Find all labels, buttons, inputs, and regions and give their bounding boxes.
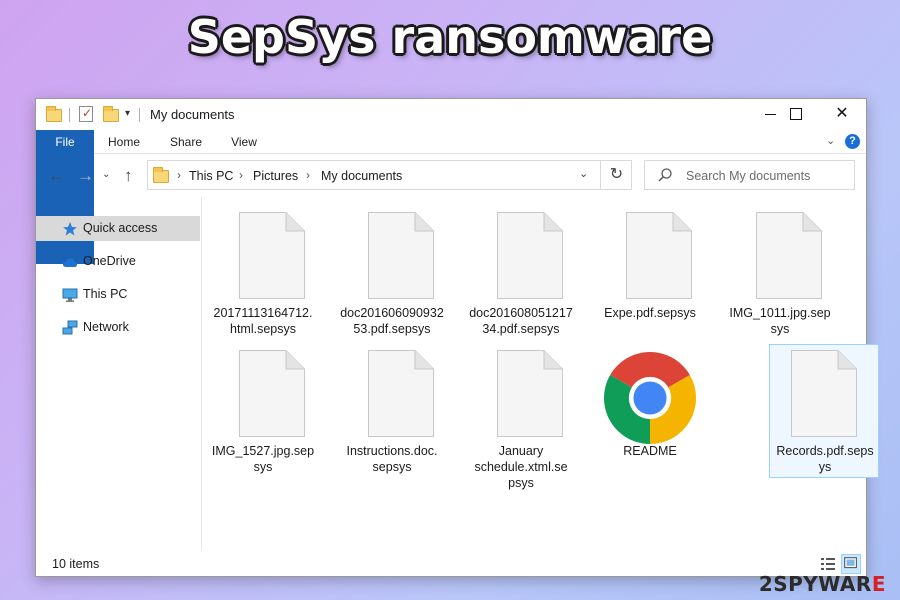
breadcrumb-this-pc[interactable]: This PC xyxy=(189,169,233,183)
computer-icon xyxy=(62,288,78,302)
customize-toolbar-icon[interactable]: ▾ xyxy=(125,108,130,119)
new-folder-icon[interactable] xyxy=(103,106,119,122)
pane-divider xyxy=(201,197,202,550)
help-icon[interactable]: ? xyxy=(845,134,860,149)
file-item[interactable]: Expe.pdf.sepsys xyxy=(595,209,705,343)
up-button[interactable]: ↑ xyxy=(124,166,133,186)
nav-item-onedrive[interactable]: OneDrive xyxy=(36,249,200,274)
document-icon xyxy=(368,212,434,299)
file-item-selected[interactable]: Records.pdf.seps ys xyxy=(769,344,879,478)
recent-locations-button[interactable]: ⌄ xyxy=(102,169,110,180)
item-count: 10 items xyxy=(52,557,100,571)
banner-title: SepSys ransomware xyxy=(187,10,713,64)
maximize-button[interactable] xyxy=(772,99,818,129)
large-icons-view-icon[interactable] xyxy=(841,554,861,574)
star-icon xyxy=(63,222,77,236)
watermark-logo: 2SPYWARE xyxy=(759,572,886,596)
watermark-text: 2SPYWAR xyxy=(758,572,872,596)
divider xyxy=(69,108,70,122)
file-name: README xyxy=(623,444,677,458)
file-item[interactable]: doc201608051217 34.pdf.sepsys xyxy=(466,209,576,343)
file-name: IMG_1527.jpg.sep sys xyxy=(211,444,315,474)
search-input[interactable]: Search My documents xyxy=(644,160,855,190)
nav-item-quick-access[interactable]: Quick access xyxy=(36,216,200,241)
file-name: January schedule.xtml.se psys xyxy=(474,444,568,490)
document-icon xyxy=(368,350,434,437)
document-icon xyxy=(239,350,305,437)
file-item[interactable]: README xyxy=(595,347,705,481)
close-button[interactable]: ✕ xyxy=(819,99,865,129)
nav-item-label: OneDrive xyxy=(83,254,136,268)
folder-icon xyxy=(46,106,62,122)
file-item[interactable]: IMG_1011.jpg.sep sys xyxy=(725,209,835,343)
file-explorer-window: ▾ My documents ✕ File Home Share View ⌄ … xyxy=(35,98,879,577)
breadcrumb-separator: › xyxy=(239,168,243,182)
tab-view[interactable]: View xyxy=(218,130,270,154)
file-name: Records.pdf.seps ys xyxy=(776,444,874,474)
divider xyxy=(139,108,140,122)
file-item[interactable]: January schedule.xtml.se psys xyxy=(466,347,576,490)
nav-item-this-pc[interactable]: This PC xyxy=(36,282,200,307)
network-icon xyxy=(62,320,78,335)
address-bar[interactable]: › This PC › Pictures › My documents ⌄ ↻ xyxy=(147,160,632,190)
breadcrumb-my-documents[interactable]: My documents xyxy=(321,169,402,183)
document-icon xyxy=(626,212,692,299)
file-item[interactable]: doc201606090932 53.pdf.sepsys xyxy=(337,209,447,343)
file-item[interactable]: 20171113164712. html.sepsys xyxy=(208,209,318,343)
breadcrumb-pictures[interactable]: Pictures xyxy=(253,169,298,183)
nav-item-network[interactable]: Network xyxy=(36,315,200,340)
file-item[interactable]: Instructions.doc. sepsys xyxy=(337,347,447,481)
document-icon xyxy=(497,350,563,437)
details-view-icon[interactable] xyxy=(818,554,838,574)
file-item[interactable]: IMG_1527.jpg.sep sys xyxy=(208,347,318,481)
chrome-icon xyxy=(604,352,696,444)
nav-item-label: This PC xyxy=(83,287,128,301)
window-title: My documents xyxy=(150,107,235,122)
watermark-accent: E xyxy=(871,572,886,596)
title-bar: ▾ My documents ✕ xyxy=(36,99,866,129)
document-icon xyxy=(239,212,305,299)
ribbon-tabs: File Home Share View ⌄ ? xyxy=(36,130,866,264)
file-name: doc201606090932 53.pdf.sepsys xyxy=(340,306,444,336)
expand-ribbon-icon[interactable]: ⌄ xyxy=(826,134,835,147)
file-name: Instructions.doc. sepsys xyxy=(346,444,438,474)
file-name: 20171113164712. html.sepsys xyxy=(213,306,313,336)
back-button[interactable]: ← xyxy=(48,166,65,186)
document-icon xyxy=(791,350,857,437)
cloud-icon xyxy=(62,258,78,267)
folder-icon xyxy=(153,167,169,183)
file-name: doc201608051217 34.pdf.sepsys xyxy=(469,306,573,336)
file-name: IMG_1011.jpg.sep sys xyxy=(729,306,831,336)
address-row: ← → ⌄ ↑ › This PC › Pictures › My docume… xyxy=(36,157,866,193)
document-icon xyxy=(497,212,563,299)
refresh-button[interactable]: ↻ xyxy=(600,161,632,189)
search-placeholder: Search My documents xyxy=(686,169,811,183)
nav-item-label: Quick access xyxy=(83,221,158,235)
forward-button[interactable]: → xyxy=(77,166,94,186)
search-icon xyxy=(658,168,672,182)
address-dropdown-icon[interactable]: ⌄ xyxy=(579,167,588,180)
properties-icon[interactable] xyxy=(79,106,93,122)
breadcrumb-separator: › xyxy=(306,168,310,182)
document-icon xyxy=(756,212,822,299)
file-name: Expe.pdf.sepsys xyxy=(604,306,696,320)
navigation-pane: Quick access OneDrive This PC Network xyxy=(36,211,201,541)
tab-share[interactable]: Share xyxy=(160,130,212,154)
nav-item-label: Network xyxy=(83,320,129,334)
tab-home[interactable]: Home xyxy=(98,130,150,154)
breadcrumb-separator: › xyxy=(177,168,181,182)
file-grid: 20171113164712. html.sepsys doc201606090… xyxy=(208,209,879,549)
